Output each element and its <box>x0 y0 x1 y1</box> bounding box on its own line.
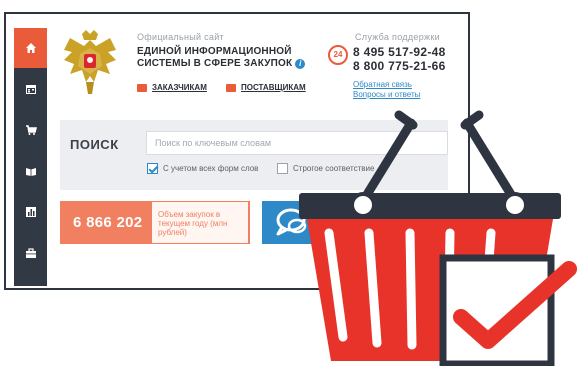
wordforms-checkbox-box[interactable] <box>147 163 158 174</box>
stage: Официальный сайт ЕДИНОЙ ИНФОРМАЦИОННОЙ С… <box>0 0 577 366</box>
site-title: ЕДИНОЙ ИНФОРМАЦИОННОЙ СИСТЕМЫ В СФЕРЕ ЗА… <box>137 46 306 70</box>
site-label: Официальный сайт <box>137 32 224 42</box>
calendar-icon <box>25 85 36 94</box>
suppliers-link[interactable]: ПОСТАВЩИКАМ <box>226 83 306 92</box>
sidebar-item-cart[interactable] <box>14 110 47 150</box>
procurement-value: 6 866 202 <box>73 214 143 231</box>
search-label: ПОИСК <box>70 137 119 152</box>
info-icon[interactable]: i <box>295 59 306 69</box>
wordforms-checkbox[interactable]: С учетом всех форм слов <box>147 163 258 174</box>
clock-24-icon: 24 <box>328 45 348 65</box>
support-phone-2[interactable]: 8 800 775-21-66 <box>353 59 446 73</box>
document-icon <box>226 83 236 92</box>
sidebar-item-calendar[interactable] <box>14 69 47 109</box>
customers-link-label: ЗАКАЗЧИКАМ <box>152 83 207 92</box>
customers-link[interactable]: ЗАКАЗЧИКАМ <box>137 83 207 92</box>
site-title-line1: ЕДИНОЙ ИНФОРМАЦИОННОЙ <box>137 46 292 57</box>
wordforms-checkbox-label: С учетом всех форм слов <box>163 164 259 173</box>
shopping-basket-illustration <box>299 110 577 366</box>
briefcase-icon <box>25 248 36 258</box>
suppliers-link-label: ПОСТАВЩИКАМ <box>241 83 306 92</box>
procurement-description: Объем закупок в текущем году (млн рублей… <box>152 202 248 243</box>
sidebar <box>14 28 47 286</box>
support-phone-1[interactable]: 8 495 517-92-48 <box>353 45 446 59</box>
feedback-link[interactable]: Обратная связь <box>353 80 412 89</box>
support-label: Служба поддержки <box>355 32 440 42</box>
site-title-line2: СИСТЕМЫ В СФЕРЕ ЗАКУПОК i <box>137 58 306 70</box>
folder-icon <box>137 83 147 92</box>
book-icon <box>25 168 36 176</box>
cart-icon <box>25 125 37 135</box>
site-title-line2-text: СИСТЕМЫ В СФЕРЕ ЗАКУПОК <box>137 58 293 69</box>
coat-of-arms-logo <box>64 30 116 94</box>
sidebar-item-home[interactable] <box>14 28 47 68</box>
chart-icon <box>25 207 36 217</box>
faq-link[interactable]: Вопросы и ответы <box>353 90 420 99</box>
sidebar-item-book[interactable] <box>14 151 47 191</box>
home-icon <box>25 43 36 53</box>
sidebar-item-briefcase[interactable] <box>14 233 47 273</box>
sidebar-item-chart[interactable] <box>14 192 47 232</box>
